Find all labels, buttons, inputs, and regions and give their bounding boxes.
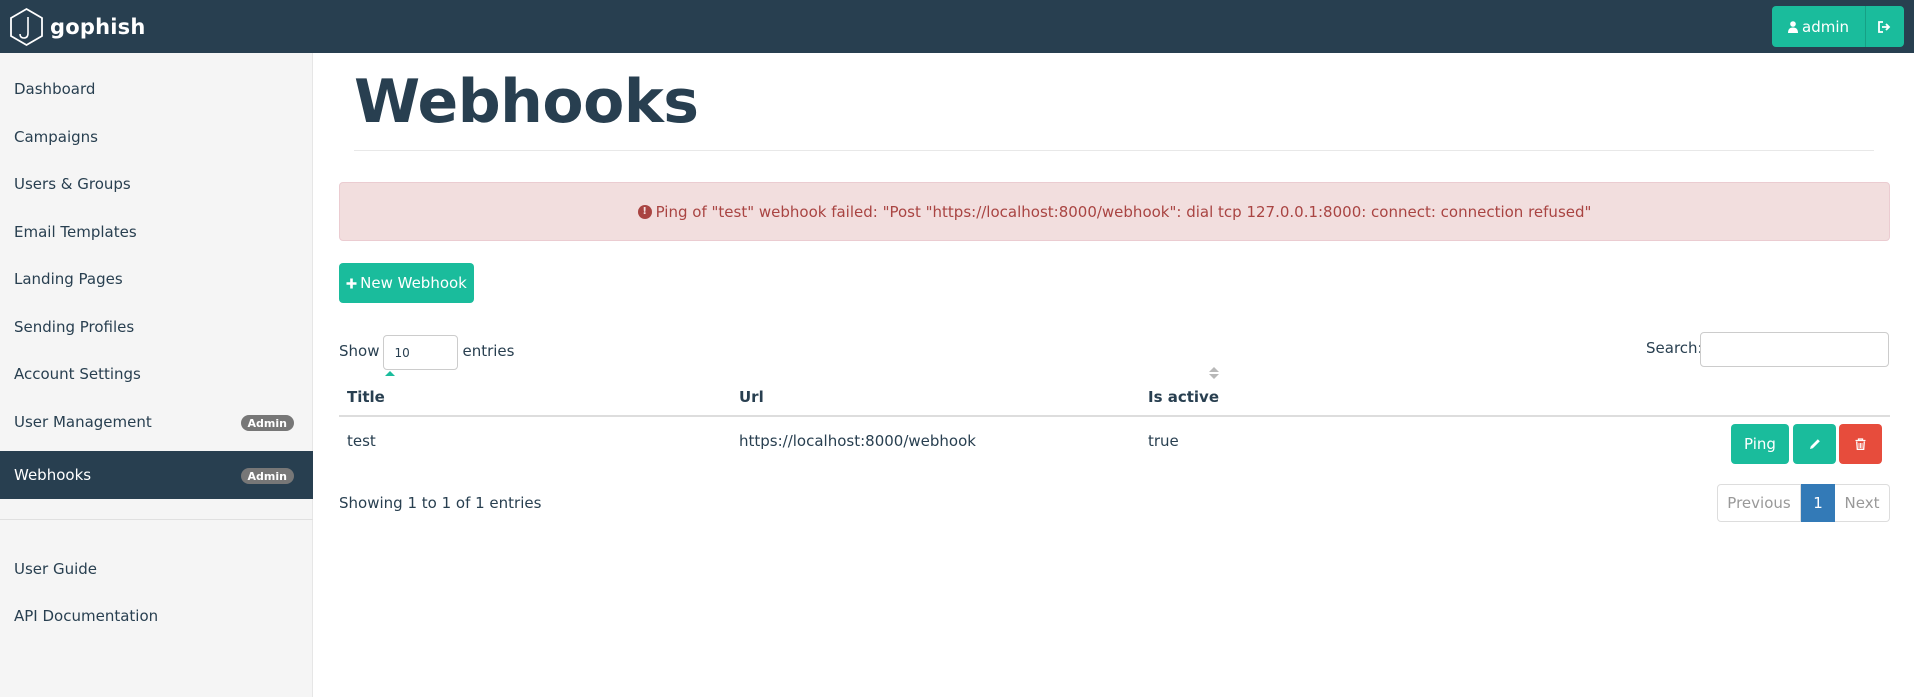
sidebar-item-label: Users & Groups bbox=[14, 175, 131, 193]
alert-text: Ping of "test" webhook failed: "Post "ht… bbox=[655, 202, 1592, 221]
sidebar-item-sending-profiles[interactable]: Sending Profiles bbox=[0, 303, 313, 351]
pagination: Previous 1 Next bbox=[1717, 484, 1890, 522]
sidebar-item-user-management[interactable]: User Management Admin bbox=[0, 398, 313, 446]
sidebar-item-label: API Documentation bbox=[14, 607, 159, 625]
user-icon bbox=[1788, 20, 1798, 33]
main-content: Webhooks ! Ping of "test" webhook failed… bbox=[313, 53, 1914, 697]
show-label: Show bbox=[339, 342, 380, 360]
sidebar-item-campaigns[interactable]: Campaigns bbox=[0, 113, 313, 161]
sort-up-icon bbox=[1209, 367, 1219, 372]
delete-button[interactable] bbox=[1839, 424, 1882, 464]
sidebar-item-label: Landing Pages bbox=[14, 270, 123, 288]
user-button-label: admin bbox=[1802, 17, 1849, 36]
sidebar-item-webhooks[interactable]: Webhooks Admin bbox=[0, 451, 313, 499]
new-webhook-label: New Webhook bbox=[360, 274, 467, 292]
top-navbar: gophish admin bbox=[0, 0, 1914, 53]
pencil-icon bbox=[1809, 439, 1820, 449]
cell-is-active: true bbox=[1148, 432, 1179, 450]
pagination-previous[interactable]: Previous bbox=[1717, 484, 1801, 522]
sidebar-item-api-documentation[interactable]: API Documentation bbox=[0, 592, 313, 640]
brand-name: gophish bbox=[50, 14, 146, 39]
table-row: test https://localhost:8000/webhook true… bbox=[339, 417, 1890, 471]
entries-per-page-select[interactable]: 10 bbox=[383, 335, 459, 370]
sort-down-icon bbox=[1209, 374, 1219, 379]
user-account-button[interactable]: admin bbox=[1772, 6, 1866, 47]
sidebar-item-landing-pages[interactable]: Landing Pages bbox=[0, 255, 313, 303]
error-alert: ! Ping of "test" webhook failed: "Post "… bbox=[339, 182, 1890, 241]
column-header-url[interactable]: Url bbox=[739, 388, 764, 406]
column-header-is-active[interactable]: Is active bbox=[1148, 388, 1219, 406]
sidebar-item-email-templates[interactable]: Email Templates bbox=[0, 208, 313, 256]
table-info: Showing 1 to 1 of 1 entries bbox=[339, 494, 542, 512]
sidebar-item-label: Webhooks bbox=[14, 466, 92, 484]
hexagon-hook-logo-icon bbox=[10, 7, 43, 46]
plus-icon bbox=[346, 278, 357, 288]
pagination-next[interactable]: Next bbox=[1835, 484, 1890, 522]
sidebar-item-label: Email Templates bbox=[14, 223, 137, 241]
cell-title: test bbox=[347, 432, 376, 450]
exclamation-circle-icon: ! bbox=[637, 204, 652, 219]
sign-out-icon bbox=[1878, 20, 1891, 33]
search-label: Search: bbox=[1646, 339, 1703, 357]
pagination-page-1[interactable]: 1 bbox=[1801, 484, 1835, 522]
search-input[interactable] bbox=[1700, 332, 1889, 367]
sidebar-item-label: User Management bbox=[14, 413, 152, 431]
sidebar-item-users-groups[interactable]: Users & Groups bbox=[0, 160, 313, 208]
page-title: Webhooks bbox=[354, 67, 699, 137]
entries-label: entries bbox=[462, 342, 515, 360]
ping-label: Ping bbox=[1744, 435, 1776, 453]
brand[interactable]: gophish bbox=[8, 7, 146, 47]
ping-button[interactable]: Ping bbox=[1731, 424, 1789, 464]
entries-per-page-value: 10 bbox=[394, 345, 410, 360]
new-webhook-button[interactable]: New Webhook bbox=[339, 263, 474, 303]
logout-button[interactable] bbox=[1866, 6, 1904, 47]
column-header-title[interactable]: Title bbox=[347, 388, 385, 406]
sidebar-item-dashboard[interactable]: Dashboard bbox=[0, 65, 313, 113]
title-divider bbox=[354, 150, 1874, 151]
sidebar-item-label: Campaigns bbox=[14, 128, 99, 146]
admin-badge: Admin bbox=[240, 415, 294, 431]
trash-icon bbox=[1855, 438, 1866, 450]
sidebar-item-user-guide[interactable]: User Guide bbox=[0, 545, 313, 593]
sidebar-divider bbox=[0, 519, 313, 520]
sidebar-item-label: Account Settings bbox=[14, 365, 141, 383]
cell-url: https://localhost:8000/webhook bbox=[739, 432, 976, 450]
table-header: Title Url Is active bbox=[339, 367, 1890, 417]
user-menu-group: admin bbox=[1772, 6, 1904, 47]
table-length-control: Show 10 entries bbox=[339, 332, 514, 370]
sidebar-item-label: Dashboard bbox=[14, 80, 96, 98]
sidebar-item-account-settings[interactable]: Account Settings bbox=[0, 350, 313, 398]
sidebar-item-label: User Guide bbox=[14, 560, 98, 578]
admin-badge: Admin bbox=[240, 468, 294, 484]
sidebar: Dashboard Campaigns Users & Groups Email… bbox=[0, 53, 313, 697]
sort-asc-icon bbox=[385, 371, 395, 376]
sidebar-item-label: Sending Profiles bbox=[14, 318, 135, 336]
edit-button[interactable] bbox=[1793, 424, 1836, 464]
